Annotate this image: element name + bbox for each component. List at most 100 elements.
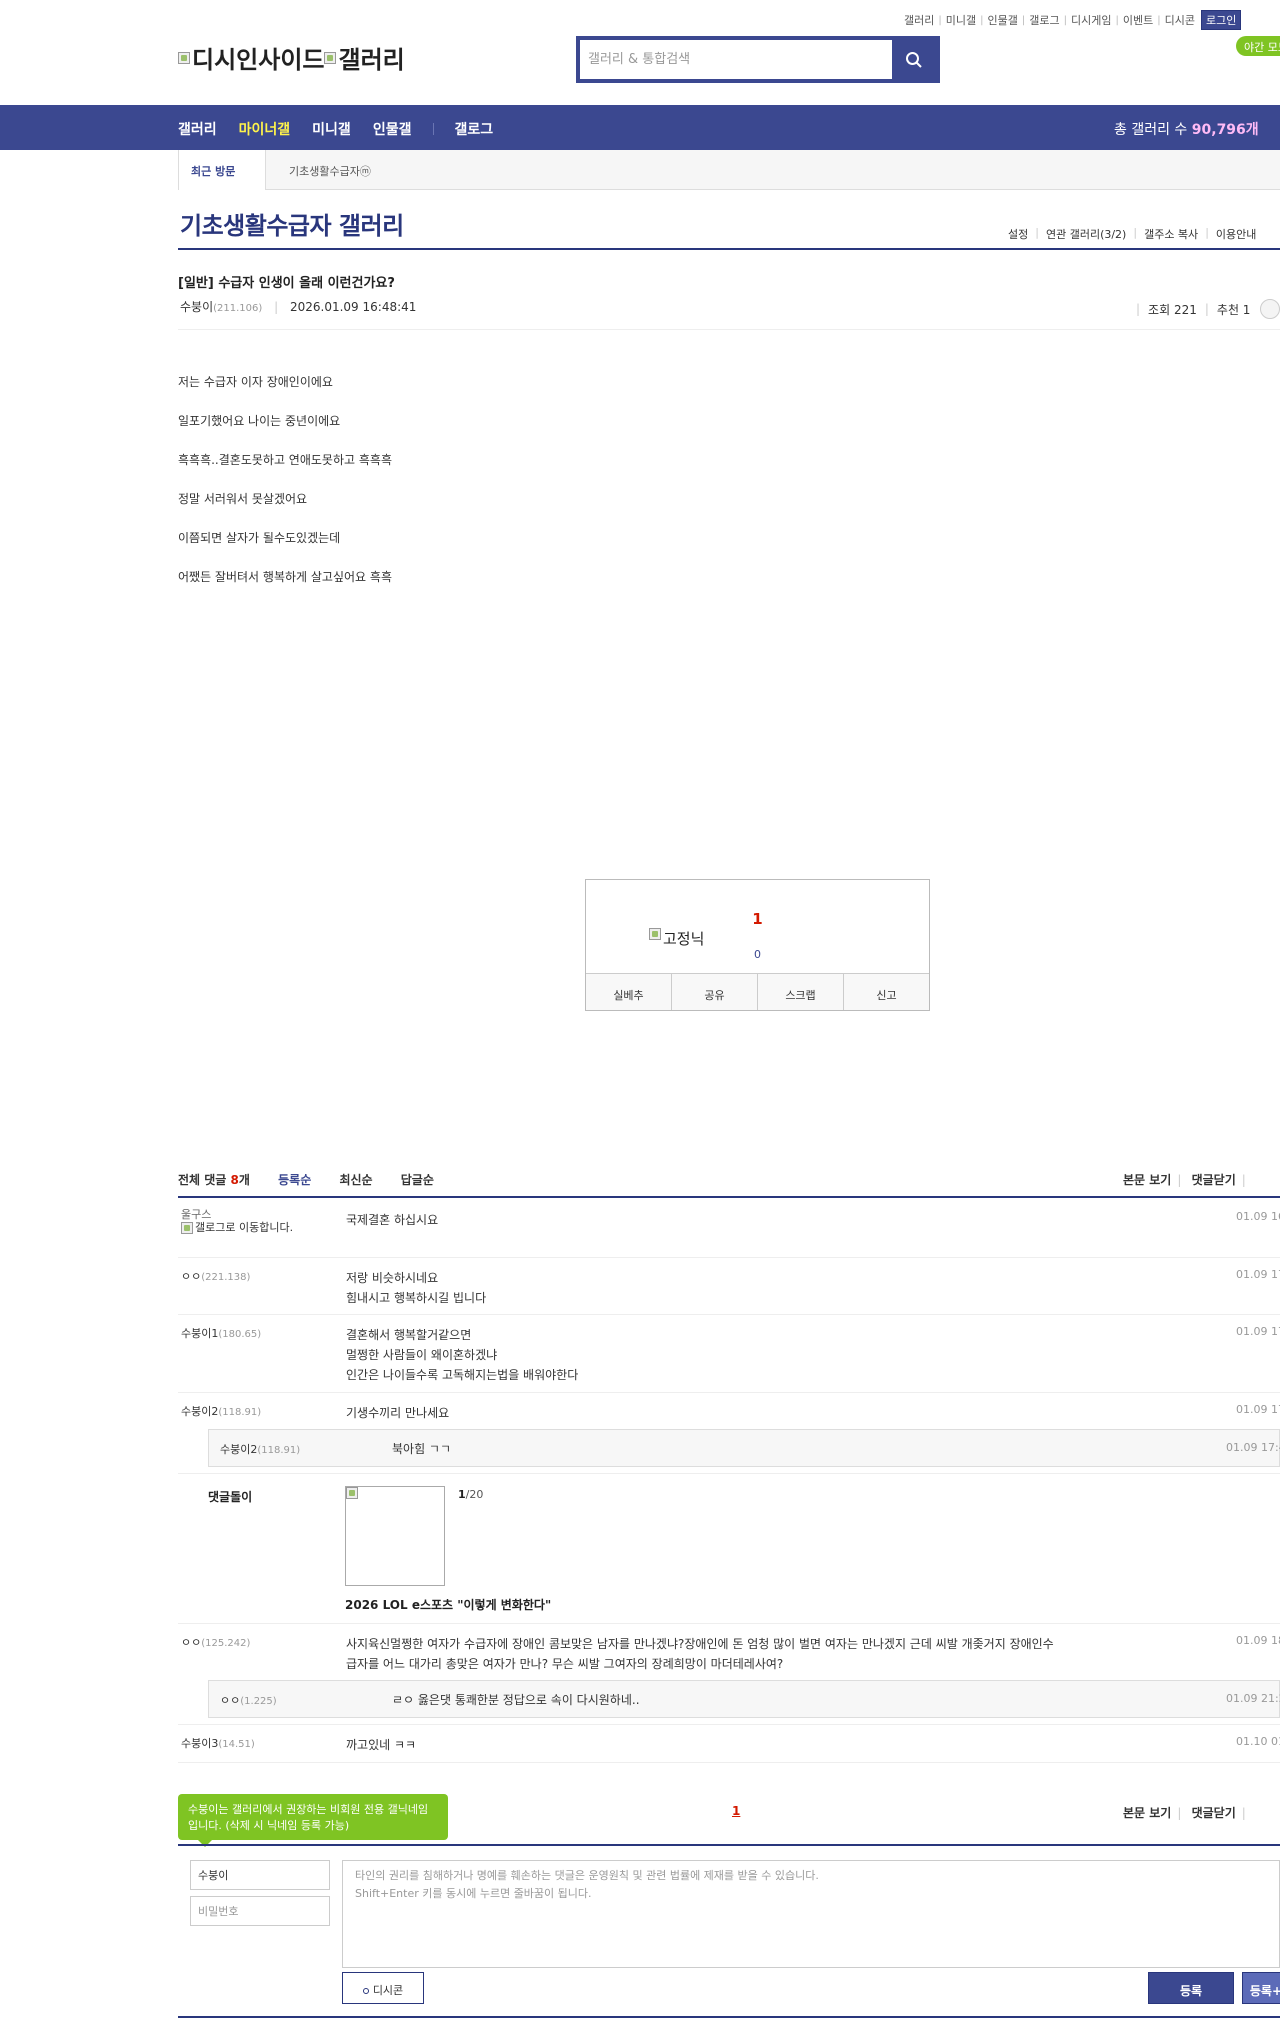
reply-ip: (118.91) xyxy=(257,1445,301,1456)
comment-line: 사지육신멀쩡한 여자가 수급자에 장애인 콤보맞은 남자를 만나겠냐?장애인에 … xyxy=(346,1637,1054,1651)
top-link-game[interactable]: 디시게임 xyxy=(1071,12,1111,28)
password-input[interactable] xyxy=(190,1896,330,1926)
share-button[interactable]: 공유 xyxy=(672,974,758,1010)
login-button[interactable]: 로그인 xyxy=(1200,10,1242,30)
comment-text: 까고있네 ㅋㅋ xyxy=(346,1735,1171,1755)
recent-visit-item[interactable]: 기초생활수급자ⓜ xyxy=(289,163,371,179)
sort-latest[interactable]: 최신순 xyxy=(339,1173,372,1187)
comment-ip: (221.138) xyxy=(201,1272,251,1283)
post-recommend-count: 추천 1 xyxy=(1216,302,1251,317)
reply-date: 01.09 21:21:49 xyxy=(1226,1692,1280,1705)
post-header-divider xyxy=(178,329,1280,330)
comment-line: 기생수끼리 만나세요 xyxy=(346,1406,450,1420)
comment-date: 01.09 18:02:47 xyxy=(1236,1634,1280,1647)
nav-minor-gallery[interactable]: 마이너갤 xyxy=(239,119,291,139)
post-body-line: 정말 서러워서 못살겠어요 xyxy=(178,492,308,506)
fixed-nick-recommend-button[interactable]: 고정닉 xyxy=(649,928,704,949)
comment-ip: (125.242) xyxy=(201,1638,251,1649)
recommend-actions: 실베추 공유 스크랩 신고 xyxy=(586,973,929,1010)
nav-divider xyxy=(433,123,435,135)
view-body-link-bottom[interactable]: 본문 보기 xyxy=(1123,1806,1171,1820)
view-body-link[interactable]: 본문 보기 xyxy=(1123,1173,1171,1187)
comment-with-reply: 수붕이2(118.91) 기생수끼리 만나세요 01.09 17:44:12 수… xyxy=(178,1393,1280,1474)
night-mode-button[interactable]: 야간 모드 xyxy=(1236,36,1280,56)
comment-item: ㅇㅇ(221.138) 저랑 비슷하시네요 힘내시고 행복하시길 빕니다 01.0… xyxy=(178,1258,1280,1315)
comment-nick[interactable]: 수붕이1(180.65) xyxy=(181,1325,261,1341)
comment-line: 급자를 어느 대가리 총맞은 여자가 만나? 무슨 씨발 그여자의 장례희망이 … xyxy=(346,1657,784,1671)
reply-nick[interactable]: 수붕이2(118.91) xyxy=(220,1441,300,1457)
scrap-button[interactable]: 스크랩 xyxy=(758,974,844,1010)
dccon-button[interactable]: 디시콘 xyxy=(342,1972,424,2004)
more-options-icon[interactable] xyxy=(1260,299,1280,319)
gallog-alt: 갤로그로 이동합니다. xyxy=(195,1221,294,1234)
comment-page-number[interactable]: 1 xyxy=(732,1804,740,1818)
total-gallery-count: 총 갤러리 수 90,796개 xyxy=(1114,119,1259,139)
top-links: 갤러리 | 미니갤 | 인물갤 | 갤로그 | 디시게임 | 이벤트 | 디시콘 로그인 xyxy=(904,10,1242,30)
ad-thumbnail[interactable] xyxy=(345,1486,445,1586)
submit-button[interactable]: 등록 xyxy=(1148,1972,1234,2004)
comment-with-reply: ㅇㅇ(125.242) 사지육신멀쩡한 여자가 수급자에 장애인 콤보맞은 남자… xyxy=(178,1624,1280,1725)
comment-nick-text: ㅇㅇ xyxy=(181,1636,202,1649)
comment-line: 인간은 나이들수록 고독해지는법을 배워야한다 xyxy=(346,1368,579,1382)
reply-nick-text: 수붕이2 xyxy=(220,1443,258,1456)
comment-nick[interactable]: 수붕이2(118.91) xyxy=(181,1403,261,1419)
reply-item: ㅇㅇ(1.225) ㄹㅇ 옳은댓 통쾌한분 정답으로 속이 다시원하네.. 01… xyxy=(208,1680,1280,1718)
comment-nick[interactable]: 울구스 갤로그로 이동합니다. xyxy=(181,1206,313,1235)
comment-nick-text: ㅇㅇ xyxy=(181,1270,202,1283)
reply-nick[interactable]: ㅇㅇ(1.225) xyxy=(220,1692,277,1708)
report-button[interactable]: 신고 xyxy=(844,974,929,1010)
ad-page-current: 1 xyxy=(458,1488,466,1501)
comment-text: 결혼해서 행복할거같으면 멀쩡한 사람들이 왜이혼하겠냐 인간은 나이들수록 고독해… xyxy=(346,1325,1171,1385)
logo-text-2: 갤러리 xyxy=(338,46,405,74)
search-input[interactable] xyxy=(580,40,892,79)
comment-nick[interactable]: ㅇㅇ(125.242) xyxy=(181,1634,250,1650)
nav-gallog[interactable]: 갤로그 xyxy=(454,119,493,139)
top-link-gallery[interactable]: 갤러리 xyxy=(904,12,934,28)
best-recommend-button[interactable]: 실베추 xyxy=(586,974,672,1010)
nav-mini-gallery[interactable]: 미니갤 xyxy=(312,119,351,139)
sort-replies[interactable]: 답글순 xyxy=(401,1173,434,1187)
comment-line: 저랑 비슷하시네요 xyxy=(346,1271,439,1285)
comment-text: 저랑 비슷하시네요 힘내시고 행복하시길 빕니다 xyxy=(346,1268,1171,1308)
close-comments-link-bottom[interactable]: 댓글닫기 xyxy=(1192,1806,1236,1820)
comment-line: 결혼해서 행복할거같으면 xyxy=(346,1328,472,1342)
comment-text: 사지육신멀쩡한 여자가 수급자에 장애인 콤보맞은 남자를 만나겠냐?장애인에 … xyxy=(346,1634,1171,1674)
write-form-bottom-line xyxy=(178,2016,1280,2018)
usage-guide-link[interactable]: 이용안내 xyxy=(1216,226,1256,242)
gallog-icon[interactable] xyxy=(181,1222,193,1234)
comments-header: 전체 댓글 8개 등록순 최신순 답글순 본문 보기 | 댓글닫기 | xyxy=(178,1170,1280,1198)
nickname-input[interactable] xyxy=(190,1860,330,1890)
search-button[interactable] xyxy=(892,40,936,79)
recommend-count: 1 xyxy=(752,910,763,928)
comment-nick[interactable]: ㅇㅇ(221.138) xyxy=(181,1268,250,1284)
logo[interactable]: 디시인사이드 갤러리 xyxy=(178,40,405,75)
copy-address-link[interactable]: 갤주소 복사 xyxy=(1144,226,1198,242)
submit-recommend-button[interactable]: 등록+추천 xyxy=(1242,1972,1280,2004)
ad-comment: 댓글돌이 1/20 2026 LOL e스포츠 "이렇게 변화한다" xyxy=(178,1474,1280,1624)
ad-title[interactable]: 2026 LOL e스포츠 "이렇게 변화한다" xyxy=(345,1596,551,1613)
comment-textarea[interactable] xyxy=(342,1860,1280,1968)
recommend-box: 1 고정닉 0 실베추 공유 스크랩 신고 xyxy=(585,879,930,1011)
comment-nick[interactable]: 수붕이3(14.51) xyxy=(181,1735,255,1751)
related-gallery-link[interactable]: 연관 갤러리(3/2) xyxy=(1046,226,1126,242)
ad-page-indicator: 1/20 xyxy=(458,1488,483,1501)
writer-nick[interactable]: 수붕이 xyxy=(180,300,213,314)
top-link-person[interactable]: 인물갤 xyxy=(988,12,1018,28)
recent-visit-label[interactable]: 최근 방문 xyxy=(178,150,266,190)
close-comments-link[interactable]: 댓글닫기 xyxy=(1192,1173,1236,1187)
total-value: 90,796개 xyxy=(1191,122,1259,138)
comment-total-unit: 개 xyxy=(238,1173,250,1187)
settings-link[interactable]: 설정 xyxy=(1008,226,1028,242)
top-link-minigall[interactable]: 미니갤 xyxy=(946,12,976,28)
gallery-title[interactable]: 기초생활수급자 갤러리 xyxy=(180,206,404,241)
post-body-line: 일포기했어요 나이는 중년이에요 xyxy=(178,414,341,428)
top-link-dccon[interactable]: 디시콘 xyxy=(1165,12,1195,28)
nav-person-gallery[interactable]: 인물갤 xyxy=(373,119,412,139)
top-link-event[interactable]: 이벤트 xyxy=(1123,12,1153,28)
comment-date: 01.09 16:51:36 xyxy=(1236,1210,1280,1223)
reply-text: 북아힘 ㄱㄱ xyxy=(392,1442,452,1456)
nav-gallery[interactable]: 갤러리 xyxy=(178,119,217,139)
comment-text: 기생수끼리 만나세요 xyxy=(346,1403,1171,1423)
sort-registered[interactable]: 등록순 xyxy=(278,1173,311,1187)
top-link-gallog[interactable]: 갤로그 xyxy=(1029,12,1059,28)
